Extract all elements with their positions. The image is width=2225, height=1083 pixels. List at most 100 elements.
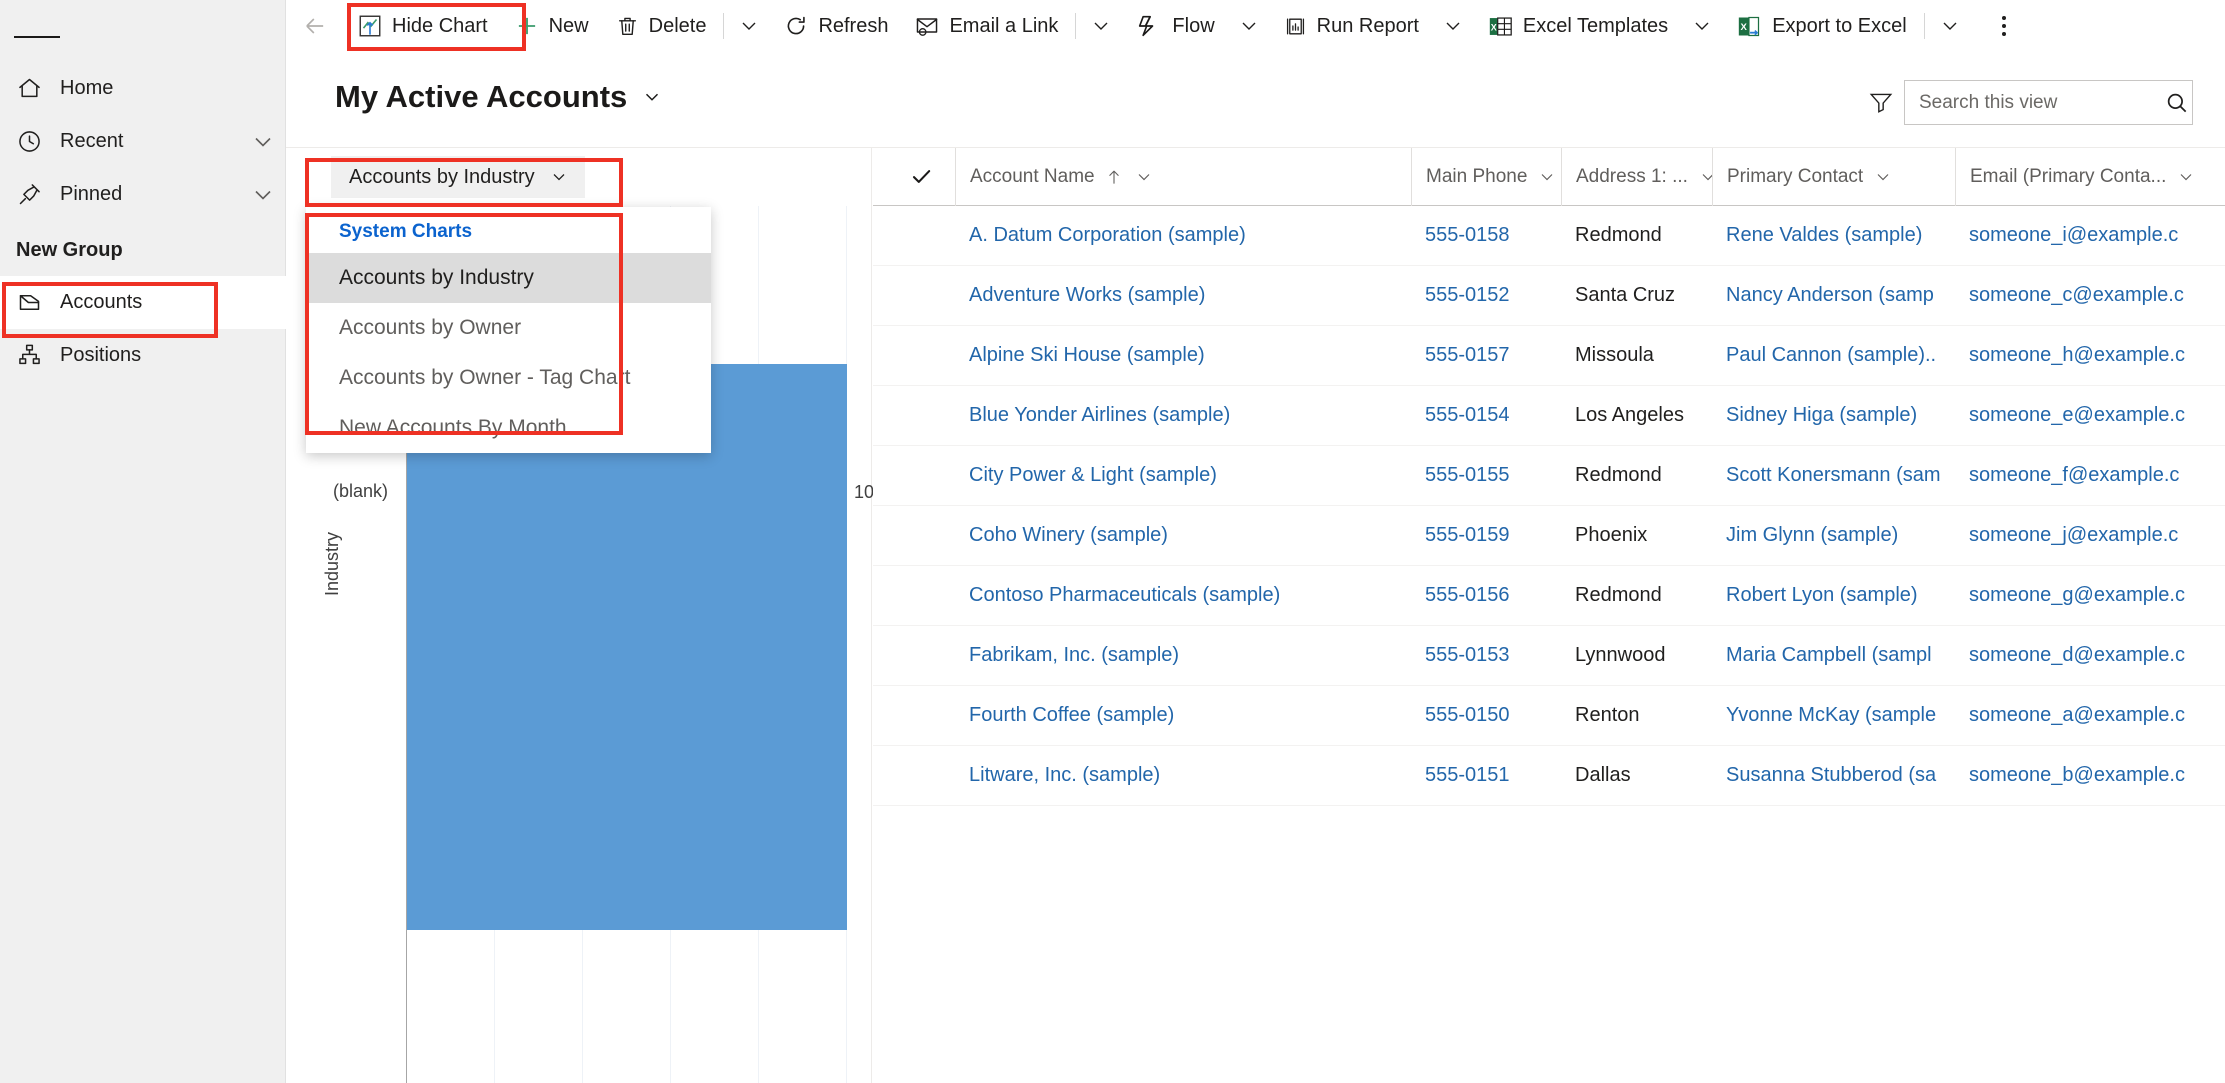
cell-main-phone[interactable]: 555-0151	[1411, 746, 1561, 806]
chevron-down-icon[interactable]	[1228, 3, 1270, 49]
cell-email[interactable]: someone_c@example.c	[1955, 266, 2225, 326]
cell-account-name[interactable]: Alpine Ski House (sample)	[955, 326, 1411, 386]
chevron-down-icon[interactable]	[1432, 3, 1474, 49]
chevron-down-icon[interactable]	[240, 181, 286, 209]
cell-email[interactable]: someone_i@example.c	[1955, 206, 2225, 266]
chevron-down-icon[interactable]	[1537, 167, 1557, 187]
chart-selector-button[interactable]: Accounts by Industry	[331, 156, 585, 198]
table-row[interactable]: City Power & Light (sample) 555-0155 Redmo…	[873, 446, 2225, 506]
cell-email[interactable]: someone_a@example.c	[1955, 686, 2225, 746]
row-checkbox[interactable]	[873, 626, 955, 686]
table-row[interactable]: Adventure Works (sample) 555-0152 Santa Cr…	[873, 266, 2225, 326]
column-header-phone[interactable]: Main Phone	[1411, 148, 1561, 206]
filter-icon[interactable]	[1864, 85, 1898, 119]
chevron-down-icon[interactable]	[1134, 167, 1154, 187]
table-row[interactable]: A. Datum Corporation (sample) 555-0158 Red…	[873, 206, 2225, 266]
column-header-name[interactable]: Account Name	[955, 148, 1411, 206]
sidebar-item-positions[interactable]: Positions	[0, 329, 286, 382]
search-box[interactable]	[1904, 80, 2193, 125]
table-row[interactable]: Contoso Pharmaceuticals (sample) 555-0156…	[873, 566, 2225, 626]
row-checkbox[interactable]	[873, 266, 955, 326]
row-checkbox[interactable]	[873, 686, 955, 746]
row-checkbox[interactable]	[873, 746, 955, 806]
chevron-down-icon[interactable]	[1080, 3, 1122, 49]
row-checkbox[interactable]	[873, 446, 955, 506]
cell-main-phone[interactable]: 555-0152	[1411, 266, 1561, 326]
email-a-link-button[interactable]: Email a Link	[901, 3, 1071, 49]
column-header-email[interactable]: Email (Primary Conta...	[1955, 148, 2225, 206]
new-button[interactable]: New	[501, 3, 602, 49]
cell-email[interactable]: someone_d@example.c	[1955, 626, 2225, 686]
sidebar-item-accounts[interactable]: Accounts	[0, 276, 286, 329]
chevron-down-icon[interactable]	[240, 128, 286, 156]
search-icon[interactable]	[2164, 90, 2190, 116]
more-vertical-icon[interactable]	[1981, 3, 2027, 49]
cell-account-name[interactable]: City Power & Light (sample)	[955, 446, 1411, 506]
cell-main-phone[interactable]: 555-0155	[1411, 446, 1561, 506]
cell-email[interactable]: someone_e@example.c	[1955, 386, 2225, 446]
row-checkbox[interactable]	[873, 566, 955, 626]
chevron-down-icon[interactable]	[728, 3, 770, 49]
select-all-checkbox[interactable]	[873, 148, 955, 206]
table-row[interactable]: Blue Yonder Airlines (sample) 555-0154 Los…	[873, 386, 2225, 446]
cell-account-name[interactable]: Coho Winery (sample)	[955, 506, 1411, 566]
table-row[interactable]: Coho Winery (sample) 555-0159 Phoenix Jim G…	[873, 506, 2225, 566]
back-arrow-icon[interactable]	[286, 0, 344, 53]
sidebar-item-pinned[interactable]: Pinned	[0, 168, 286, 221]
cell-email[interactable]: someone_b@example.c	[1955, 746, 2225, 806]
column-header-addr[interactable]: Address 1: ...	[1561, 148, 1712, 206]
cell-account-name[interactable]: Blue Yonder Airlines (sample)	[955, 386, 1411, 446]
cell-primary-contact[interactable]: Robert Lyon (sample)	[1712, 566, 1955, 626]
excel-templates-button[interactable]: X Excel Templates	[1474, 3, 1681, 49]
cell-main-phone[interactable]: 555-0154	[1411, 386, 1561, 446]
chevron-down-icon[interactable]	[1873, 167, 1893, 187]
row-checkbox[interactable]	[873, 386, 955, 446]
delete-button[interactable]: Delete	[602, 3, 720, 49]
cell-primary-contact[interactable]: Maria Campbell (sampl	[1712, 626, 1955, 686]
cell-account-name[interactable]: A. Datum Corporation (sample)	[955, 206, 1411, 266]
row-checkbox[interactable]	[873, 206, 955, 266]
cell-main-phone[interactable]: 555-0156	[1411, 566, 1561, 626]
chevron-down-icon[interactable]	[549, 167, 569, 187]
cell-account-name[interactable]: Fourth Coffee (sample)	[955, 686, 1411, 746]
chevron-down-icon[interactable]	[1681, 3, 1723, 49]
refresh-button[interactable]: Refresh	[770, 3, 901, 49]
cell-primary-contact[interactable]: Sidney Higa (sample)	[1712, 386, 1955, 446]
table-row[interactable]: Fourth Coffee (sample) 555-0150 Renton Yvon…	[873, 686, 2225, 746]
cell-account-name[interactable]: Contoso Pharmaceuticals (sample)	[955, 566, 1411, 626]
chevron-down-icon[interactable]	[2176, 167, 2196, 187]
dropdown-item[interactable]: Accounts by Owner	[306, 303, 711, 353]
cell-account-name[interactable]: Litware, Inc. (sample)	[955, 746, 1411, 806]
cell-email[interactable]: someone_h@example.c	[1955, 326, 2225, 386]
sidebar-item-home[interactable]: Home	[0, 62, 286, 115]
cell-email[interactable]: someone_g@example.c	[1955, 566, 2225, 626]
table-row[interactable]: Alpine Ski House (sample) 555-0157 Missoul…	[873, 326, 2225, 386]
dropdown-item[interactable]: Accounts by Owner - Tag Chart	[306, 353, 711, 403]
cell-email[interactable]: someone_f@example.c	[1955, 446, 2225, 506]
cell-primary-contact[interactable]: Jim Glynn (sample)	[1712, 506, 1955, 566]
cell-account-name[interactable]: Fabrikam, Inc. (sample)	[955, 626, 1411, 686]
cell-primary-contact[interactable]: Rene Valdes (sample)	[1712, 206, 1955, 266]
table-row[interactable]: Litware, Inc. (sample) 555-0151 Dallas Susa…	[873, 746, 2225, 806]
cell-main-phone[interactable]: 555-0153	[1411, 626, 1561, 686]
chevron-down-icon[interactable]	[641, 86, 663, 108]
hide-chart-button[interactable]: Hide Chart	[344, 3, 501, 49]
cell-main-phone[interactable]: 555-0150	[1411, 686, 1561, 746]
cell-main-phone[interactable]: 555-0159	[1411, 506, 1561, 566]
hamburger-icon[interactable]	[14, 18, 60, 56]
flow-button[interactable]: Flow	[1122, 3, 1227, 49]
run-report-button[interactable]: Run Report	[1270, 3, 1432, 49]
cell-main-phone[interactable]: 555-0157	[1411, 326, 1561, 386]
chevron-down-icon[interactable]	[1929, 3, 1971, 49]
cell-email[interactable]: someone_j@example.c	[1955, 506, 2225, 566]
cell-primary-contact[interactable]: Scott Konersmann (sam	[1712, 446, 1955, 506]
row-checkbox[interactable]	[873, 326, 955, 386]
cell-primary-contact[interactable]: Susanna Stubberod (sa	[1712, 746, 1955, 806]
row-checkbox[interactable]	[873, 506, 955, 566]
view-selector[interactable]: My Active Accounts	[335, 79, 663, 115]
table-row[interactable]: Fabrikam, Inc. (sample) 555-0153 Lynnwood M…	[873, 626, 2225, 686]
column-header-contact[interactable]: Primary Contact	[1712, 148, 1955, 206]
cell-account-name[interactable]: Adventure Works (sample)	[955, 266, 1411, 326]
sidebar-item-recent[interactable]: Recent	[0, 115, 286, 168]
export-to-excel-button[interactable]: X Export to Excel	[1723, 3, 1920, 49]
